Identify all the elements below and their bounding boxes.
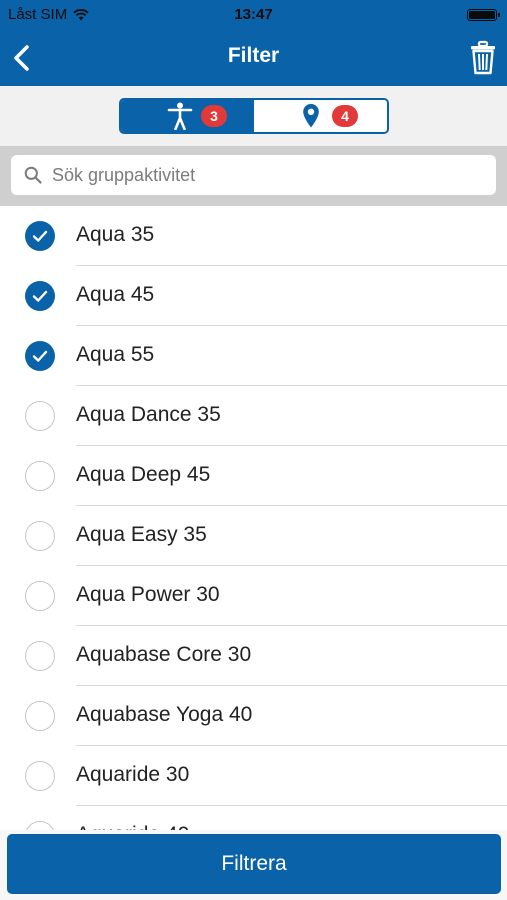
list-item[interactable]: Aqua Dance 35 xyxy=(0,386,507,446)
unchecked-checkbox[interactable] xyxy=(25,761,55,791)
unchecked-checkbox[interactable] xyxy=(25,581,55,611)
list-item-label: Aqua Easy 35 xyxy=(76,523,207,546)
search-input[interactable] xyxy=(52,164,472,186)
unchecked-checkbox[interactable] xyxy=(25,641,55,671)
battery-icon xyxy=(467,9,500,21)
activity-list: Aqua 35 Aqua 45 Aqua 55 Aqua Dance 35 Aqua D… xyxy=(0,206,507,830)
filter-type-segmented-control: 3 4 xyxy=(119,98,389,134)
checkmark-icon xyxy=(32,350,48,362)
list-item[interactable]: Aquabase Core 30 xyxy=(0,626,507,686)
checked-checkbox[interactable] xyxy=(25,341,55,371)
unchecked-checkbox[interactable] xyxy=(25,521,55,551)
trash-icon xyxy=(471,40,495,75)
unchecked-checkbox[interactable] xyxy=(25,461,55,491)
list-item[interactable]: Aqua 55 xyxy=(0,326,507,386)
filter-type-bar: 3 4 xyxy=(0,86,507,146)
list-item[interactable]: Aquaride 40 xyxy=(0,806,507,830)
list-item-label: Aquaride 30 xyxy=(76,763,190,786)
list-item[interactable]: Aqua Deep 45 xyxy=(0,446,507,506)
list-item-label: Aqua 35 xyxy=(76,223,155,246)
list-item[interactable]: Aqua Power 30 xyxy=(0,566,507,626)
status-bar: Låst SIM 13:47 xyxy=(0,0,507,30)
checked-checkbox[interactable] xyxy=(25,221,55,251)
list-item[interactable]: Aqua 45 xyxy=(0,266,507,326)
status-time: 13:47 xyxy=(234,6,273,23)
clear-filter-button[interactable] xyxy=(469,40,497,76)
list-item-label: Aqua Deep 45 xyxy=(76,463,211,486)
list-item[interactable]: Aqua 35 xyxy=(0,206,507,266)
search-bar xyxy=(0,146,507,206)
search-field[interactable] xyxy=(11,155,496,195)
list-item-label: Aquabase Core 30 xyxy=(76,643,252,666)
checkmark-icon xyxy=(32,290,48,302)
list-item-label: Aquabase Yoga 40 xyxy=(76,703,253,726)
navigation-bar: Filter xyxy=(0,30,507,86)
unchecked-checkbox[interactable] xyxy=(25,821,55,830)
activities-count-badge: 3 xyxy=(201,105,227,127)
person-icon xyxy=(167,102,192,130)
apply-filter-button[interactable]: Filtrera xyxy=(7,834,501,894)
checkmark-icon xyxy=(32,230,48,242)
search-icon xyxy=(24,166,42,184)
segment-activities[interactable]: 3 xyxy=(121,100,254,132)
list-item[interactable]: Aquaride 30 xyxy=(0,746,507,806)
list-item-label: Aqua 45 xyxy=(76,283,155,306)
list-item-label: Aqua 55 xyxy=(76,343,155,366)
checked-checkbox[interactable] xyxy=(25,281,55,311)
page-title: Filter xyxy=(227,44,280,67)
list-item[interactable]: Aquabase Yoga 40 xyxy=(0,686,507,746)
segment-locations[interactable]: 4 xyxy=(254,100,387,132)
list-item-label: Aqua Power 30 xyxy=(76,583,220,606)
list-item-label: Aqua Dance 35 xyxy=(76,403,221,426)
location-pin-icon xyxy=(302,104,319,128)
footer: Filtrera xyxy=(0,830,507,900)
list-item[interactable]: Aqua Easy 35 xyxy=(0,506,507,566)
unchecked-checkbox[interactable] xyxy=(25,401,55,431)
unchecked-checkbox[interactable] xyxy=(25,701,55,731)
locations-count-badge: 4 xyxy=(332,105,358,127)
list-item-label: Aquaride 40 xyxy=(76,823,189,830)
